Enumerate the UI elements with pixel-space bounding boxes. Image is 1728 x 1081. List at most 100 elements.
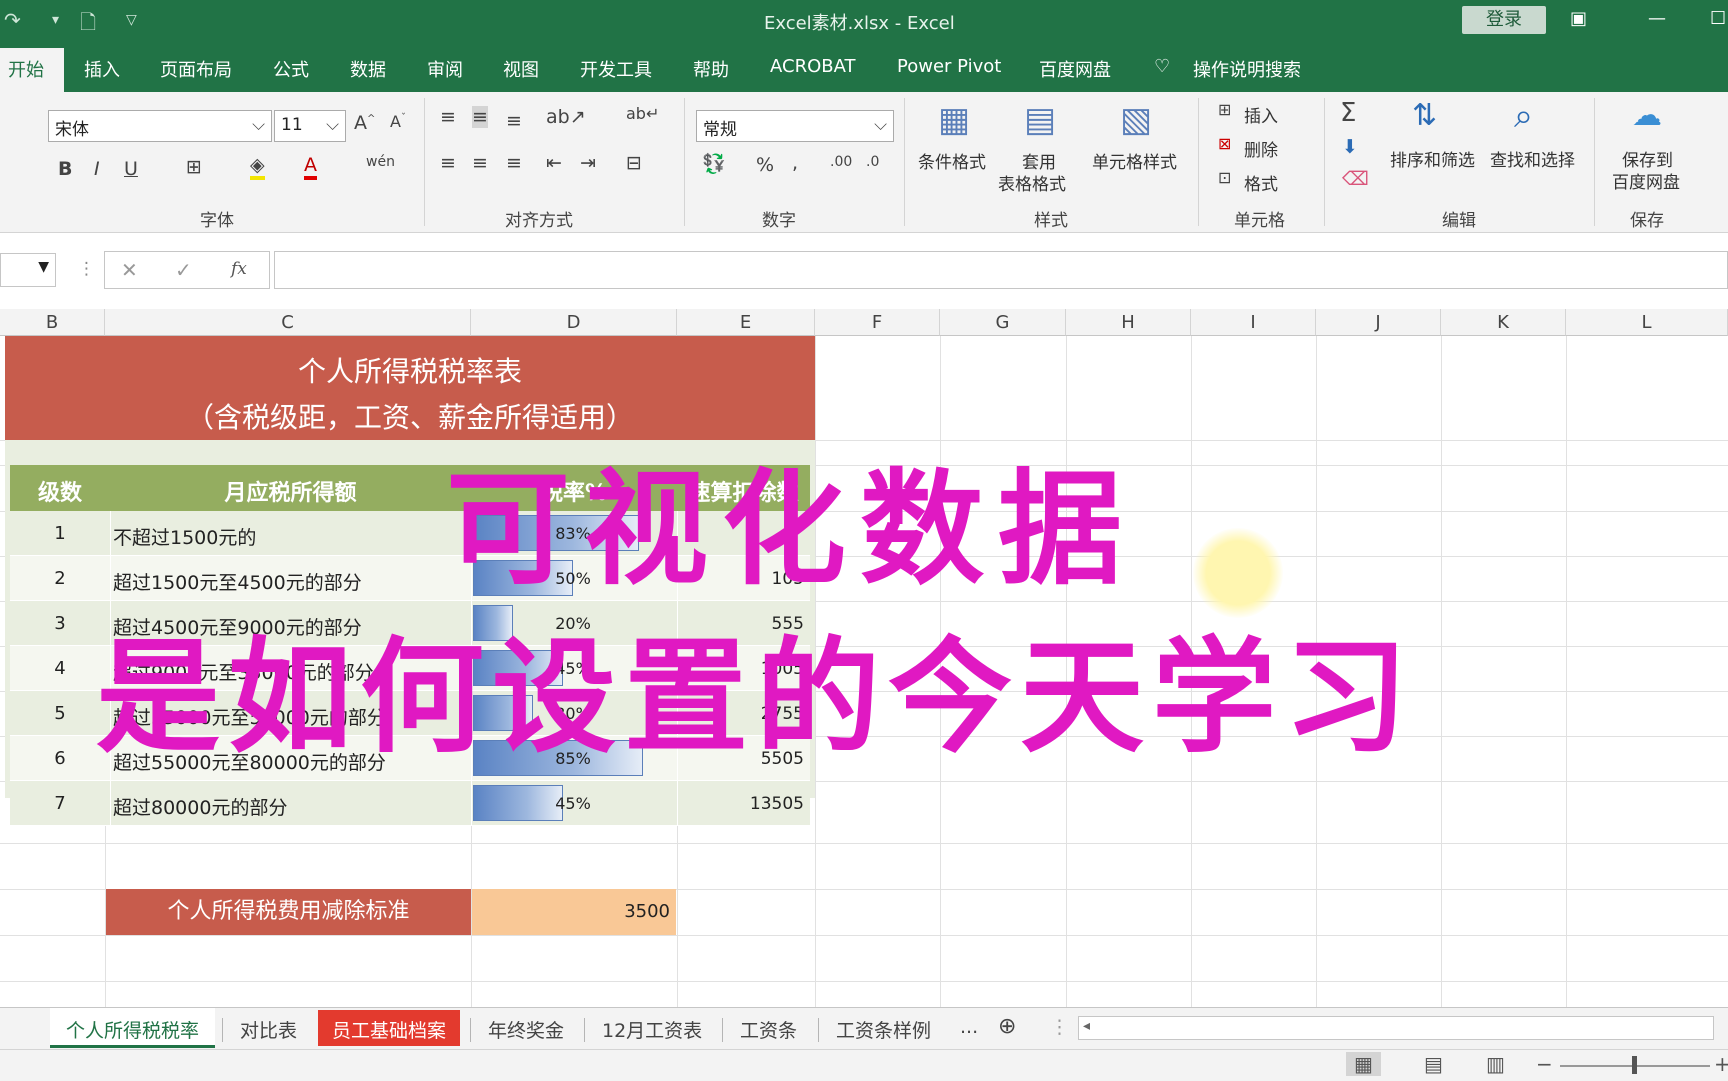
align-right-icon[interactable]: ≡ [506,152,522,174]
horizontal-scrollbar[interactable]: ◂ [1078,1016,1714,1040]
column-header-l[interactable]: L [1566,309,1728,336]
save-to-baidu-l2[interactable]: 百度网盘 [1612,172,1680,194]
conditional-format-button[interactable]: 条件格式 [918,152,986,174]
tab-home[interactable]: 开始 [0,48,64,92]
name-box[interactable]: ▼ [0,253,56,287]
zoom-slider-thumb[interactable] [1632,1056,1637,1074]
orientation-icon[interactable]: ab↗ [546,106,586,128]
sheet-tab-payslip[interactable]: 工资条 [740,1016,797,1043]
tab-page-layout[interactable]: 页面布局 [160,56,232,82]
save-to-baidu-l1[interactable]: 保存到 [1622,150,1673,172]
align-left-icon[interactable]: ≡ [440,152,456,174]
page-break-view-icon[interactable]: ▥ [1486,1052,1505,1076]
tab-developer[interactable]: 开发工具 [580,56,652,82]
minimize-icon[interactable]: — [1648,8,1666,29]
tell-me-search[interactable]: 操作说明搜索 [1193,56,1301,82]
enter-icon[interactable]: ✓ [175,258,192,282]
tab-insert[interactable]: 插入 [84,56,120,82]
formula-input[interactable] [274,251,1728,289]
zoom-in-icon[interactable]: + [1714,1052,1728,1076]
format-as-table-icon[interactable]: ▤ [1024,100,1056,140]
cell-styles-button[interactable]: 单元格样式 [1092,152,1177,174]
redo-dropdown-icon[interactable]: ▾ [52,12,59,28]
autosum-icon[interactable]: Σ [1340,98,1356,128]
sort-filter-icon[interactable]: ⇅ [1412,98,1437,133]
login-button[interactable]: 登录 [1462,6,1546,34]
percent-icon[interactable]: % [756,154,774,176]
underline-icon[interactable]: U [124,158,138,180]
clear-icon[interactable]: ⌫ [1342,168,1369,190]
sort-filter-button[interactable]: 排序和筛选 [1390,150,1475,172]
find-select-icon[interactable]: ⌕ [1514,96,1533,136]
format-as-table-button-l1[interactable]: 套用 [1022,152,1056,174]
font-size-select[interactable]: 11 ⌵ [274,110,346,142]
sheet-tab-tax-rate[interactable]: 个人所得税税率 [50,1008,216,1048]
borders-icon[interactable]: ⊞ [186,156,202,178]
insert-function-button[interactable]: fx [231,259,247,279]
column-header-g[interactable]: G [940,309,1066,336]
splitter-icon[interactable]: ⋮ [1050,1016,1069,1038]
find-select-button[interactable]: 查找和选择 [1490,150,1575,172]
cancel-icon[interactable]: ✕ [121,258,138,282]
sheet-tab-year-bonus[interactable]: 年终奖金 [488,1016,564,1043]
tab-view[interactable]: 视图 [503,56,539,82]
ribbon-display-icon[interactable]: ▣ [1570,8,1587,29]
delete-cells-button[interactable]: 删除 [1244,136,1278,161]
font-color-icon[interactable]: A [304,154,317,180]
column-header-k[interactable]: K [1441,309,1566,336]
tab-help[interactable]: 帮助 [693,56,729,82]
wrap-text-icon[interactable]: ab↵ [626,104,659,123]
column-header-b[interactable]: B [0,309,105,336]
sheet-tab-compare[interactable]: 对比表 [240,1016,297,1043]
merge-center-icon[interactable]: ⊟ [626,152,642,174]
increase-decimal-icon[interactable]: .00 [830,154,852,170]
maximize-icon[interactable]: ☐ [1710,8,1726,29]
new-file-icon[interactable]: 🗋 [80,8,96,42]
sheet-tab-dec-payroll[interactable]: 12月工资表 [602,1016,702,1043]
add-sheet-icon[interactable]: ⊕ [998,1014,1016,1039]
decrease-font-icon[interactable]: Aˇ [390,112,406,131]
baidu-cloud-icon[interactable]: ☁ [1632,98,1662,133]
align-center-icon[interactable]: ≡ [472,152,488,174]
cell-styles-icon[interactable]: ▧ [1120,100,1152,140]
number-format-select[interactable]: 常规 ⌵ [696,110,894,142]
insert-cells-button[interactable]: 插入 [1244,102,1278,127]
tab-acrobat[interactable]: ACROBAT [770,56,856,77]
bold-icon[interactable]: B [58,158,72,180]
customize-qat-icon[interactable]: ▽ [126,12,137,28]
comma-style-icon[interactable]: , [792,152,798,174]
redo-icon[interactable]: ↷ [4,8,21,32]
column-header-d[interactable]: D [471,309,677,336]
fill-icon[interactable]: ⬇ [1342,136,1358,158]
decrease-decimal-icon[interactable]: .0 [866,154,879,170]
decrease-indent-icon[interactable]: ⇤ [546,152,562,174]
more-sheets-button[interactable]: ... [960,1016,978,1038]
font-name-select[interactable]: 宋体 ⌵ [48,110,272,142]
format-cells-button[interactable]: 格式 [1244,170,1278,195]
align-top-icon[interactable]: ≡ [440,106,456,128]
phonetic-icon[interactable]: wén [366,154,395,170]
italic-icon[interactable]: I [94,158,100,180]
table-row[interactable]: 7 超过80000元的部分 45% 13505 [10,781,810,826]
align-middle-icon[interactable]: ≡ [472,106,488,128]
sheet-tab-payslip-sample[interactable]: 工资条样例 [836,1016,931,1043]
normal-view-icon[interactable]: ▦ [1346,1052,1381,1076]
sheet-tab-employee-archive[interactable]: 员工基础档案 [318,1010,461,1046]
column-header-j[interactable]: J [1316,309,1441,336]
increase-font-icon[interactable]: A^ [354,112,375,134]
column-header-i[interactable]: I [1191,309,1316,336]
zoom-out-icon[interactable]: − [1536,1052,1553,1076]
tab-baidu[interactable]: 百度网盘 [1039,56,1111,82]
delete-cells-icon[interactable]: ⊠ [1218,134,1231,153]
column-header-c[interactable]: C [105,309,471,336]
accounting-format-icon[interactable]: 💱 [702,152,726,175]
align-bottom-icon[interactable]: ≡ [506,110,522,132]
tab-power-pivot[interactable]: Power Pivot [897,56,1001,77]
deduction-standard-value[interactable]: 3500 [472,889,676,935]
column-header-f[interactable]: F [815,309,940,336]
tab-review[interactable]: 审阅 [427,56,463,82]
scroll-left-icon[interactable]: ◂ [1083,1018,1090,1034]
increase-indent-icon[interactable]: ⇥ [580,152,596,174]
insert-cells-icon[interactable]: ⊞ [1218,100,1231,119]
conditional-format-icon[interactable]: ▦ [938,100,970,140]
